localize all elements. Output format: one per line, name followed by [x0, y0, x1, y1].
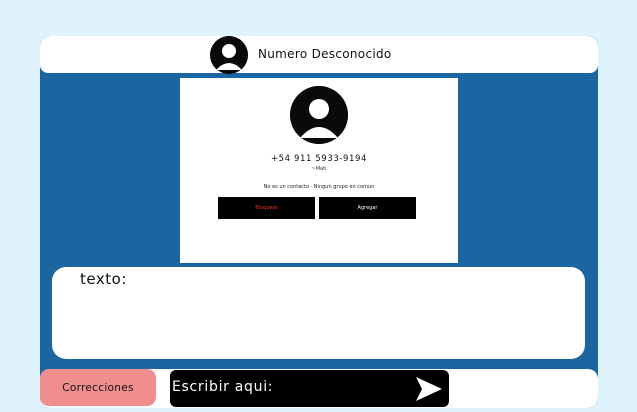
chat-header: Numero Desconocido: [40, 36, 598, 74]
user-avatar-icon[interactable]: [210, 36, 248, 74]
message-input-label: Escribir aqui:: [172, 379, 274, 395]
user-avatar-icon: [290, 86, 348, 144]
send-arrow-icon[interactable]: [414, 374, 444, 404]
block-button[interactable]: Bloquear: [218, 197, 315, 219]
corrections-button[interactable]: Correcciones: [40, 369, 156, 406]
composer-bar: Correcciones Escribir aqui:: [40, 369, 598, 408]
phone-number: +54 911 5933-9194: [270, 154, 368, 164]
chat-title: Numero Desconocido: [258, 47, 392, 61]
contact-alias: ~Mati: [311, 166, 327, 172]
message-input[interactable]: Escribir aqui:: [170, 370, 449, 407]
contact-info: No es un contacto · Ningun grupo en comu…: [263, 184, 375, 190]
chat-window: Numero Desconocido +54 911 5933-9194 ~Ma…: [40, 36, 598, 408]
text-box-label: texto:: [80, 270, 127, 288]
contact-card: +54 911 5933-9194 ~Mati No es un contact…: [180, 78, 458, 263]
add-contact-button[interactable]: Agregar: [319, 197, 416, 219]
text-box[interactable]: texto:: [52, 267, 585, 359]
